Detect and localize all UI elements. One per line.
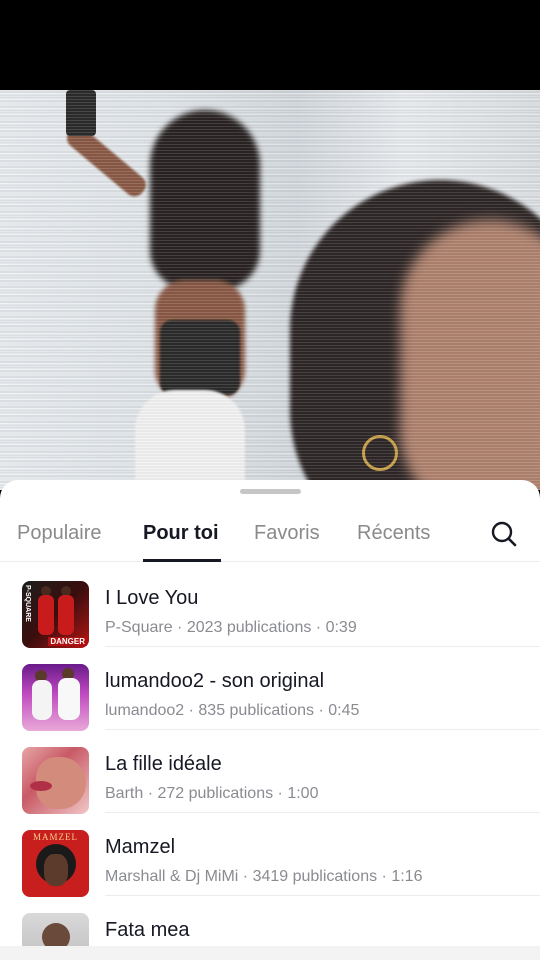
list-item[interactable]: lumandoo2 - son original lumandoo2 · 835… [0,646,540,731]
album-cover [22,747,89,814]
top-black-bar [0,0,540,90]
cover-title-text: DANGER [48,637,87,646]
song-meta: Barth · 272 publications · 1:00 [105,785,319,802]
video-blur-overlay [0,90,540,490]
song-meta: lumandoo2 · 835 publications · 0:45 [105,702,360,719]
tab-favoris[interactable]: Favoris [254,522,320,545]
tab-populaire[interactable]: Populaire [17,522,102,545]
bottom-bar [0,946,540,960]
cover-artist-text: P-SQUARE [24,585,31,622]
song-title: La fille idéale [105,753,222,775]
list-item[interactable]: MAMZEL Mamzel Marshall & Dj MiMi · 3419 … [0,812,540,897]
tab-recents[interactable]: Récents [357,522,430,545]
active-tab-indicator [143,559,221,562]
tab-pour-toi[interactable]: Pour toi [143,522,219,545]
sound-picker-sheet: Populaire Pour toi Favoris Récents P-SQU… [0,480,540,960]
song-title: Fata mea [105,919,190,941]
cover-title-text: MAMZEL [33,832,78,842]
list-item[interactable]: La fille idéale Barth · 272 publications… [0,729,540,814]
sound-list: P-SQUARE DANGER I Love You P-Square · 20… [0,563,540,960]
album-cover: P-SQUARE DANGER [22,581,89,648]
album-cover: MAMZEL [22,830,89,897]
song-meta: P-Square · 2023 publications · 0:39 [105,619,357,636]
sound-tabs: Populaire Pour toi Favoris Récents [0,510,540,562]
video-preview[interactable] [0,90,540,490]
album-cover [22,664,89,731]
song-meta: Marshall & Dj MiMi · 3419 publications ·… [105,868,423,885]
list-item[interactable]: P-SQUARE DANGER I Love You P-Square · 20… [0,563,540,648]
search-icon[interactable] [490,520,518,548]
song-title: lumandoo2 - son original [105,670,325,692]
sheet-drag-handle[interactable] [240,489,301,494]
song-title: I Love You [105,587,199,609]
song-title: Mamzel [105,836,176,858]
